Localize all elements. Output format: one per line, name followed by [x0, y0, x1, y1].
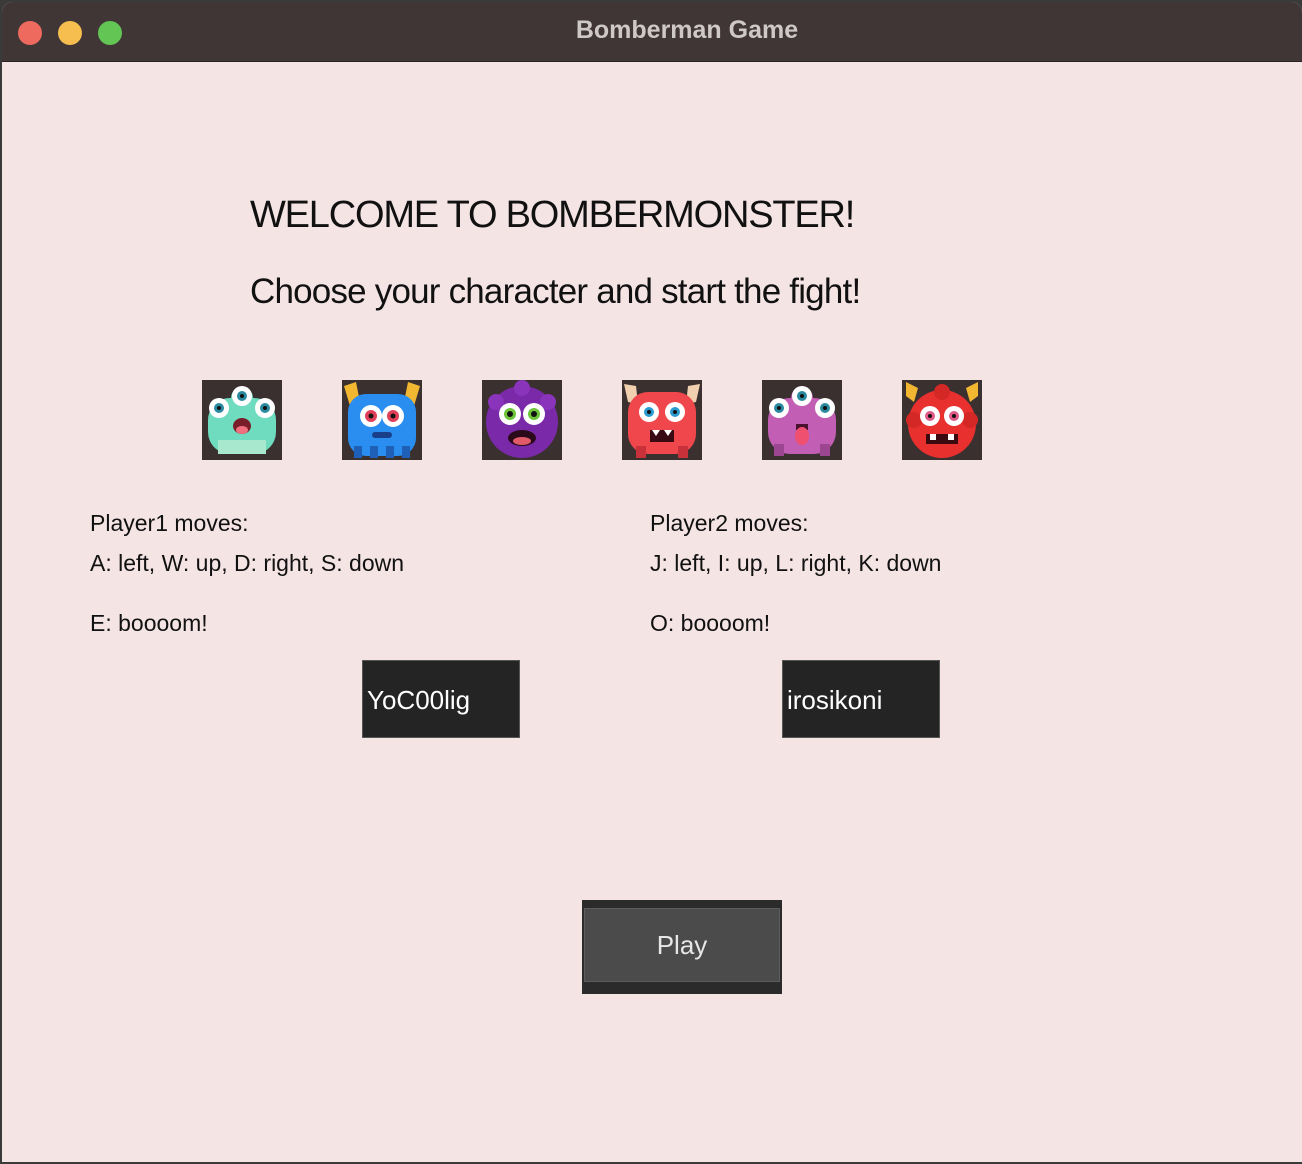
character-red-horned-monster[interactable] — [622, 380, 702, 460]
window-title: Bomberman Game — [575, 16, 799, 44]
player1-bomb-key: E: boooom! — [90, 610, 208, 636]
character-red-fuzzy-monster[interactable] — [902, 380, 982, 460]
character-blue-horned-monster[interactable] — [342, 380, 422, 460]
blue-monster-icon — [344, 382, 420, 458]
player2-moves: J: left, I: up, L: right, K: down — [650, 550, 942, 576]
red-horned-monster-icon — [624, 384, 700, 458]
character-teal-three-eyed-monster[interactable] — [202, 380, 282, 460]
player2-title: Player2 moves: — [650, 510, 809, 536]
red-fuzzy-monster-icon — [906, 382, 978, 458]
character-purple-fuzzy-monster[interactable] — [482, 380, 562, 460]
game-window: Bomberman Game WELCOME TO BOMBERMONSTER!… — [2, 2, 1302, 1162]
welcome-heading: WELCOME TO BOMBERMONSTER! — [250, 194, 855, 236]
player1-moves: A: left, W: up, D: right, S: down — [90, 550, 405, 576]
purple-monster-icon — [486, 380, 558, 458]
play-button[interactable]: Play — [582, 900, 782, 994]
player1-title: Player1 moves: — [90, 510, 249, 536]
pink-monster-icon — [768, 386, 836, 456]
welcome-screen: WELCOME TO BOMBERMONSTER! Choose your ch… — [2, 62, 1302, 1162]
character-pink-three-eyed-monster[interactable] — [762, 380, 842, 460]
player1-name-input[interactable]: YoC00lig — [362, 660, 520, 738]
title-bar: Bomberman Game — [2, 2, 1302, 62]
player2-bomb-key: O: boooom! — [650, 610, 771, 636]
teal-monster-icon — [208, 386, 276, 454]
player2-name-input[interactable]: irosikoni — [782, 660, 940, 738]
play-button-label: Play — [584, 908, 780, 982]
welcome-subheading: Choose your character and start the figh… — [250, 272, 861, 311]
